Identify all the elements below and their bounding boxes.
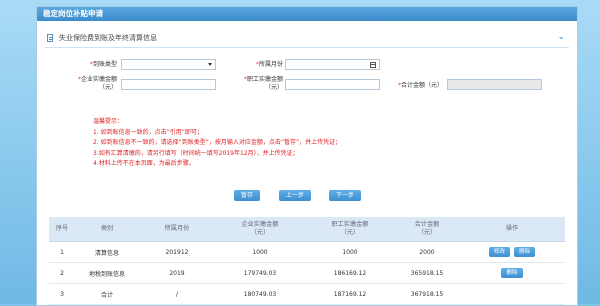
company-amount-label: *企业实缴金额 （元）	[77, 76, 117, 91]
prev-step-button[interactable]: 上一步	[279, 190, 311, 201]
employee-amount-label: *职工实缴金额 （元）	[243, 76, 283, 91]
section-title: 失业保险费到账及年终清算信息	[59, 34, 157, 42]
cell-ops: 修改 删除	[459, 241, 565, 263]
data-table: 序号 类别 所属月份 企业实缴金额 （元） 职工实缴金额 （元） 合计金额 （元） 操…	[49, 217, 565, 305]
cell-total: 367918.15	[395, 283, 459, 305]
column-header: 类别	[75, 217, 139, 242]
cell-seq: 2	[49, 262, 75, 284]
tips-title: 温馨提示：	[93, 118, 124, 125]
chevron-down-icon	[208, 63, 212, 66]
cell-company: 1000	[215, 241, 305, 263]
document-icon	[47, 34, 53, 42]
table-row: 2 地税到账信息 2019 179749.03 186169.12 365918…	[49, 262, 565, 284]
cell-type: 清算信息	[75, 241, 139, 263]
cell-total: 365918.15	[395, 262, 459, 284]
column-header: 序号	[49, 217, 75, 242]
column-header: 合计金额 （元）	[395, 217, 459, 242]
period-label: *所属月份	[255, 61, 283, 68]
tip-line: 4.材料上传不在本页面，为最后步骤。	[93, 160, 195, 167]
cell-seq: 1	[49, 241, 75, 263]
cell-seq: 3	[49, 283, 75, 305]
calendar-icon[interactable]	[370, 62, 376, 68]
main-panel: 稳定岗位补贴申请 失业保险费到账及年终清算信息 ⌄ *到账类型 *所属月份 *企…	[36, 6, 578, 306]
tip-line: 3.如有汇算清缴的，请另行填写（时间统一填写2019年12月），并上传凭证；	[93, 149, 299, 157]
cell-ops	[459, 283, 565, 305]
cell-month: 2019	[139, 262, 215, 284]
company-amount-input[interactable]	[121, 79, 216, 90]
cell-company: 180749.03	[215, 283, 305, 305]
column-header: 企业实缴金额 （元）	[215, 217, 305, 242]
page-title: 稳定岗位补贴申请	[37, 7, 577, 21]
cell-employee: 1000	[305, 241, 395, 263]
employee-amount-input[interactable]	[285, 79, 380, 90]
delete-button[interactable]: 删除	[501, 268, 523, 278]
column-header: 操作	[459, 217, 565, 242]
cell-ops: 删除	[459, 262, 565, 284]
total-amount-label: *合计金额（元）	[397, 82, 443, 89]
arrival-type-label: *到账类型	[89, 61, 117, 68]
next-step-button[interactable]: 下一步	[329, 190, 361, 201]
chevron-down-icon[interactable]: ⌄	[557, 32, 565, 42]
table-row: 3 合计 / 180749.03 187169.12 367918.15	[49, 283, 565, 305]
cell-month: /	[139, 283, 215, 305]
column-header: 所属月份	[139, 217, 215, 242]
tip-line: 1. 如到账信息一致的，点击“引用”即可；	[93, 128, 203, 136]
section-header[interactable]: 失业保险费到账及年终清算信息 ⌄	[45, 29, 569, 48]
cell-employee: 186169.12	[305, 262, 395, 284]
cell-total: 2000	[395, 241, 459, 263]
tip-line: 2. 如到账信息不一致的，请选择“到账类型”，按月输入对应金额，点击“暂存”，并…	[93, 139, 342, 146]
table-header-row: 序号 类别 所属月份 企业实缴金额 （元） 职工实缴金额 （元） 合计金额 （元） 操…	[49, 217, 565, 242]
column-header: 职工实缴金额 （元）	[305, 217, 395, 242]
cell-type: 地税到账信息	[75, 262, 139, 284]
cell-employee: 187169.12	[305, 283, 395, 305]
edit-button[interactable]: 修改	[489, 247, 511, 257]
arrival-type-select[interactable]	[121, 59, 216, 70]
cell-month: 201912	[139, 241, 215, 263]
table-row: 1 清算信息 201912 1000 1000 2000 修改 删除	[49, 241, 565, 263]
tips-block: 温馨提示： 1. 如到账信息一致的，点击“引用”即可； 2. 如到账信息不一致的…	[93, 117, 341, 170]
cell-type: 合计	[75, 283, 139, 305]
period-date-input[interactable]	[285, 59, 380, 70]
delete-button[interactable]: 删除	[513, 247, 535, 257]
cell-company: 179749.03	[215, 262, 305, 284]
save-button[interactable]: 暂存	[234, 190, 260, 201]
total-amount-field	[447, 79, 542, 90]
